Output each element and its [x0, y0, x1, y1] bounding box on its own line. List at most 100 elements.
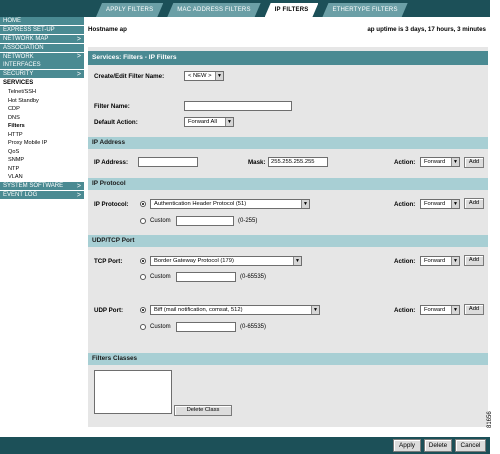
select-value: Forward All	[188, 119, 217, 125]
custom-range-hint: (0-255)	[238, 218, 258, 224]
page-title: Services: Filters - IP Filters	[88, 51, 488, 65]
nav-item-label-line: NETWORK	[3, 54, 34, 60]
nav-item-home[interactable]: HOME	[0, 17, 84, 26]
nav-item-system-software[interactable]: SYSTEM SOFTWARE >	[0, 181, 84, 191]
chevron-down-icon: ▼	[451, 200, 459, 208]
custom-range-hint: (0-65535)	[240, 324, 267, 330]
chevron-right-icon: >	[76, 191, 81, 199]
figure-id: 81656	[487, 411, 493, 428]
mask-label: Mask:	[248, 159, 266, 166]
tcp-port-select[interactable]: Border Gateway Protocol (179) ▼	[150, 256, 302, 266]
chevron-down-icon: ▼	[451, 257, 459, 265]
chevron-right-icon: >	[76, 182, 81, 190]
nav-sub-snmp[interactable]: SNMP	[0, 156, 84, 165]
create-edit-label: Create/Edit Filter Name:	[94, 73, 165, 80]
select-value: Forward	[424, 307, 446, 313]
action-label: Action:	[394, 159, 416, 166]
udp-port-action-select[interactable]: Forward ▼	[420, 305, 460, 315]
nav-item-label: SECURITY	[3, 71, 34, 77]
action-label: Action:	[394, 307, 416, 314]
tcp-port-action-select[interactable]: Forward ▼	[420, 256, 460, 266]
udp-port-add-button[interactable]: Add	[464, 304, 484, 315]
cancel-button[interactable]: Cancel	[455, 439, 486, 452]
chevron-down-icon: ▼	[225, 118, 233, 126]
udp-port-list-radio[interactable]	[140, 307, 146, 313]
mask-input[interactable]: 255.255.255.255	[268, 157, 328, 167]
default-action-label: Default Action:	[94, 119, 138, 126]
delete-class-button[interactable]: Delete Class	[174, 405, 232, 416]
tab-mac-address-filters[interactable]: MAC ADDRESS FILTERS	[167, 3, 260, 17]
create-edit-select[interactable]: < NEW > ▼	[184, 71, 224, 81]
ip-protocol-list-radio[interactable]	[140, 201, 146, 207]
nav-sub-ntp[interactable]: NTP	[0, 165, 84, 174]
select-value: Biff (mail notification, comsat, 512)	[154, 307, 243, 313]
top-tab-bar: APPLY FILTERS MAC ADDRESS FILTERS IP FIL…	[0, 0, 490, 17]
tab-ethertype-filters[interactable]: ETHERTYPE FILTERS	[322, 3, 407, 17]
udp-port-custom-radio[interactable]	[140, 324, 146, 330]
ip-address-input[interactable]	[138, 157, 198, 167]
nav-sub-http[interactable]: HTTP	[0, 131, 84, 140]
filter-name-input[interactable]	[184, 101, 292, 111]
nav-sub-telnet-ssh[interactable]: Telnet/SSH	[0, 88, 84, 97]
tcp-port-add-button[interactable]: Add	[464, 255, 484, 266]
nav-item-network-interfaces[interactable]: NETWORK INTERFACES >	[0, 53, 84, 70]
ip-protocol-custom-radio[interactable]	[140, 218, 146, 224]
tab-apply-filters[interactable]: APPLY FILTERS	[96, 3, 163, 17]
nav-item-label-line: INTERFACES	[3, 62, 41, 68]
nav-item-network-map[interactable]: NETWORK MAP >	[0, 35, 84, 44]
nav-item-security[interactable]: SECURITY >	[0, 70, 84, 79]
filters-classes-listbox[interactable]	[94, 370, 172, 414]
action-label: Action:	[394, 258, 416, 265]
nav-sub-proxy-mobile-ip[interactable]: Proxy Mobile IP	[0, 139, 84, 148]
nav-sub-vlan[interactable]: VLAN	[0, 173, 84, 182]
tcp-port-label: TCP Port:	[94, 258, 123, 265]
ip-protocol-action-select[interactable]: Forward ▼	[420, 199, 460, 209]
ip-address-section-title: IP Address	[88, 137, 488, 149]
tab-ip-filters[interactable]: IP FILTERS	[265, 3, 319, 17]
select-value: Forward	[424, 258, 446, 264]
ip-address-action-select[interactable]: Forward ▼	[420, 157, 460, 167]
udp-tcp-section-title: UDP/TCP Port	[88, 235, 488, 247]
select-value: < NEW >	[188, 73, 212, 79]
nav-item-label: NETWORK MAP	[3, 36, 49, 42]
udp-port-select[interactable]: Biff (mail notification, comsat, 512) ▼	[150, 305, 320, 315]
nav-sub-hot-standby[interactable]: Hot Standby	[0, 97, 84, 106]
tcp-port-list-radio[interactable]	[140, 258, 146, 264]
chevron-down-icon: ▼	[301, 200, 309, 208]
ip-protocol-custom-input[interactable]	[176, 216, 234, 226]
nav-sub-dns[interactable]: DNS	[0, 114, 84, 123]
custom-label: Custom	[150, 218, 171, 224]
nav-item-services[interactable]: SERVICES	[0, 79, 84, 88]
ip-protocol-label: IP Protocol:	[94, 201, 129, 208]
tab-label: IP FILTERS	[274, 7, 309, 13]
filters-classes-section-title: Filters Classes	[88, 353, 488, 365]
nav-item-event-log[interactable]: EVENT LOG >	[0, 190, 84, 200]
tcp-port-custom-radio[interactable]	[140, 274, 146, 280]
nav-sub-qos[interactable]: QoS	[0, 148, 84, 157]
filter-name-label: Filter Name:	[94, 103, 130, 110]
udp-port-label: UDP Port:	[94, 307, 124, 314]
select-value: Forward	[424, 159, 446, 165]
delete-button[interactable]: Delete	[424, 439, 452, 452]
hostname-text: Hostname ap	[88, 26, 127, 33]
uptime-text: ap uptime is 3 days, 17 hours, 3 minutes	[367, 26, 486, 33]
chevron-down-icon: ▼	[451, 306, 459, 314]
tcp-port-custom-input[interactable]	[176, 272, 236, 282]
udp-port-custom-input[interactable]	[176, 322, 236, 332]
nav-item-label: EVENT LOG	[3, 191, 38, 198]
chevron-down-icon: ▼	[451, 158, 459, 166]
sidebar-nav: HOME EXPRESS SET-UP NETWORK MAP > ASSOCIA…	[0, 17, 84, 437]
ip-protocol-select[interactable]: Authentication Header Protocol (51) ▼	[150, 199, 310, 209]
nav-item-association[interactable]: ASSOCIATION	[0, 44, 84, 53]
default-action-select[interactable]: Forward All ▼	[184, 117, 234, 127]
nav-sub-filters[interactable]: Filters	[0, 122, 84, 131]
tab-strip: APPLY FILTERS MAC ADDRESS FILTERS IP FIL…	[96, 3, 412, 17]
ip-protocol-add-button[interactable]: Add	[464, 198, 484, 209]
apply-button[interactable]: Apply	[393, 439, 421, 452]
nav-sub-cdp[interactable]: CDP	[0, 105, 84, 114]
ip-address-add-button[interactable]: Add	[464, 157, 484, 168]
nav-item-label: SERVICES	[3, 80, 34, 86]
chevron-right-icon: >	[76, 53, 81, 60]
nav-item-express-setup[interactable]: EXPRESS SET-UP	[0, 26, 84, 35]
action-label: Action:	[394, 201, 416, 208]
